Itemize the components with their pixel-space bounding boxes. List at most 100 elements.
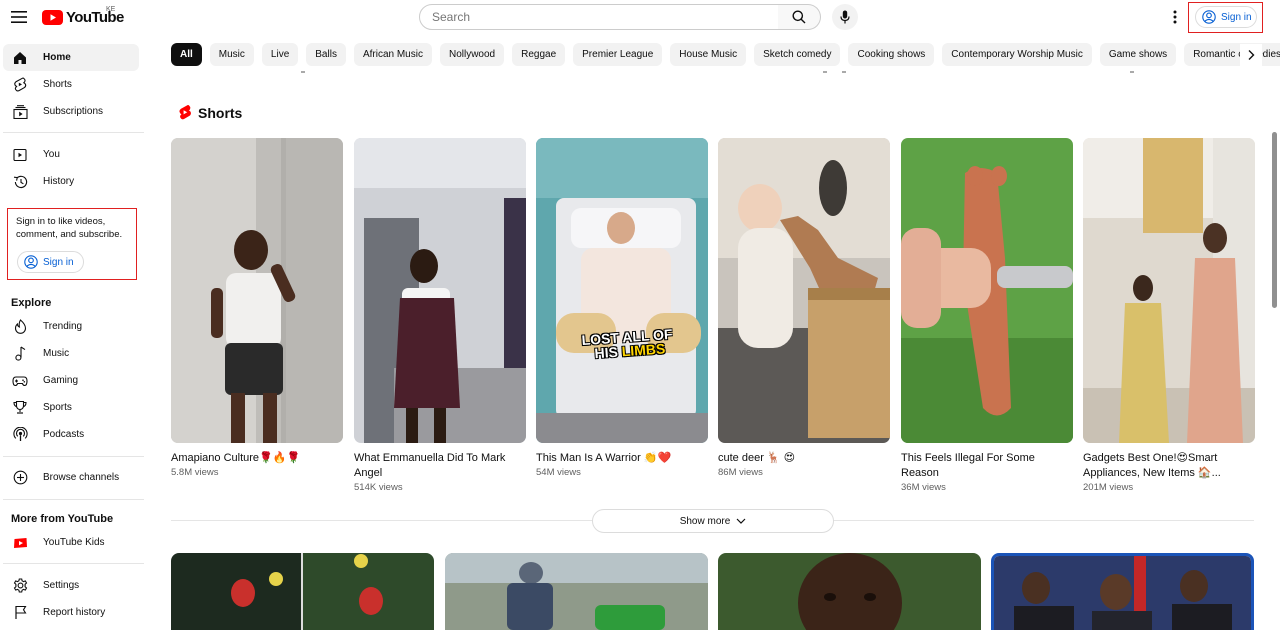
chip-romantic-comedies[interactable]: Romantic comedies [1184,43,1280,66]
sidebar-item-shorts[interactable]: Shorts [3,71,139,98]
short-item[interactable]: Gadgets Best One!😍Smart Appliances, New … [1083,138,1255,493]
short-thumbnail[interactable] [901,138,1073,443]
microphone-icon [840,10,850,24]
scroll-residue [823,71,827,73]
chip-game-shows[interactable]: Game shows [1099,43,1177,66]
sidebar-item-podcasts[interactable]: Podcasts [3,421,139,448]
trending-icon [12,319,28,335]
account-icon [24,255,38,269]
you-icon [12,147,28,163]
chip-live[interactable]: Live [261,43,299,66]
signin-button-sidebar[interactable]: Sign in [17,251,84,273]
youtube-kids-icon [12,535,28,551]
short-thumbnail[interactable] [171,138,343,443]
chip-african-music[interactable]: African Music [353,43,432,66]
sidebar-item-report-history[interactable]: Report history [3,599,139,626]
sidebar-item-youtube-kids[interactable]: YouTube Kids [3,529,139,556]
chip-cooking-shows[interactable]: Cooking shows [848,43,935,66]
short-title[interactable]: What Emmanuella Did To Mark Angel [354,451,526,481]
chip-premier-league[interactable]: Premier League [573,43,663,66]
shorts-icon [12,77,28,93]
sidebar-divider [3,499,144,500]
account-icon [1202,10,1216,24]
more-from-youtube-heading: More from YouTube [11,513,114,525]
sidebar-item-gaming[interactable]: Gaming [3,367,139,394]
add-circle-icon [12,470,28,486]
short-title[interactable]: Gadgets Best One!😍Smart Appliances, New … [1083,451,1255,481]
short-item[interactable]: What Emmanuella Did To Mark Angel 514K v… [354,138,526,493]
video-thumbnail[interactable] [991,553,1254,630]
short-views: 54M views [536,467,581,478]
signin-button-header[interactable]: Sign in [1195,6,1257,28]
page-scrollbar[interactable] [1272,132,1277,308]
chip-balls[interactable]: Balls [306,43,346,66]
search-input[interactable] [432,10,778,24]
video-thumbnail[interactable] [445,553,708,630]
sidebar-item-history[interactable]: History [3,168,139,195]
more-vertical-icon [1173,10,1177,24]
sidebar-item-you[interactable]: You [3,141,139,168]
short-item[interactable]: This Feels Illegal For Some Reason 36M v… [901,138,1073,493]
search-box[interactable] [419,4,779,30]
sidebar-divider [3,456,144,457]
settings-menu-button[interactable] [1165,7,1185,27]
shorts-section-header: Shorts [178,104,242,121]
flag-icon [12,605,28,621]
short-item[interactable]: Amapiano Culture🌹🔥🌹 5.8M views [171,138,343,478]
filter-chips: All Music Live Balls African Music Nolly… [171,43,1280,66]
sidebar: Home Shorts Subscriptions You History Si… [0,36,146,630]
short-item[interactable]: cute deer 🦌 😍 86M views [718,138,890,478]
signin-label: Sign in [43,256,74,268]
short-thumbnail[interactable] [354,138,526,443]
chevron-right-icon [1248,50,1255,60]
sidebar-item-settings[interactable]: Settings [3,572,139,599]
short-views: 5.8M views [171,467,219,478]
signin-prompt-text: Sign in to like videos, comment, and sub… [16,216,123,240]
shorts-logo-icon [179,104,191,120]
chip-house-music[interactable]: House Music [670,43,747,66]
youtube-play-icon [42,10,63,25]
chip-all[interactable]: All [171,43,202,66]
chip-nollywood[interactable]: Nollywood [439,43,505,66]
home-icon [12,50,28,66]
chips-next-button[interactable] [1240,44,1262,66]
gear-icon [12,578,28,594]
gaming-icon [12,373,28,389]
trophy-icon [12,400,28,416]
video-thumbnail[interactable] [718,553,981,630]
chip-reggae[interactable]: Reggae [512,43,566,66]
search-button[interactable] [778,4,821,30]
short-title[interactable]: Amapiano Culture🌹🔥🌹 [171,451,343,466]
sidebar-item-browse-channels[interactable]: Browse channels [3,464,139,491]
chip-music[interactable]: Music [209,43,254,66]
shorts-title: Shorts [198,104,243,121]
short-thumbnail[interactable] [1083,138,1255,443]
sidebar-item-sports[interactable]: Sports [3,394,139,421]
short-views: 514K views [354,482,403,493]
scroll-residue [301,71,305,73]
video-thumbnail[interactable] [171,553,434,630]
short-thumbnail[interactable] [718,138,890,443]
region-code: KE [106,6,116,13]
sidebar-item-trending[interactable]: Trending [3,313,139,340]
short-title[interactable]: This Man Is A Warrior 👏❤️ [536,451,708,466]
sidebar-item-music[interactable]: Music [3,340,139,367]
sidebar-divider [3,132,144,133]
sidebar-item-subscriptions[interactable]: Subscriptions [3,98,139,125]
search-icon [792,10,806,24]
top-bar: YouTube KE Sign in [0,0,1280,36]
subscriptions-icon [12,104,28,120]
show-more-button[interactable]: Show more [592,509,834,533]
menu-icon[interactable] [8,6,30,28]
short-item[interactable]: LOST ALL OF HIS LIMBS This Man Is A Warr… [536,138,708,478]
chip-sketch-comedy[interactable]: Sketch comedy [754,43,841,66]
explore-heading: Explore [11,297,52,309]
short-title[interactable]: This Feels Illegal For Some Reason [901,451,1073,481]
voice-search-button[interactable] [832,4,858,30]
chip-contemporary-worship-music[interactable]: Contemporary Worship Music [942,43,1092,66]
short-title[interactable]: cute deer 🦌 😍 [718,451,890,466]
short-thumbnail[interactable]: LOST ALL OF HIS LIMBS [536,138,708,443]
signin-label: Sign in [1221,11,1252,23]
signin-prompt-box: Sign in to like videos, comment, and sub… [7,208,137,280]
sidebar-item-home[interactable]: Home [3,44,139,71]
